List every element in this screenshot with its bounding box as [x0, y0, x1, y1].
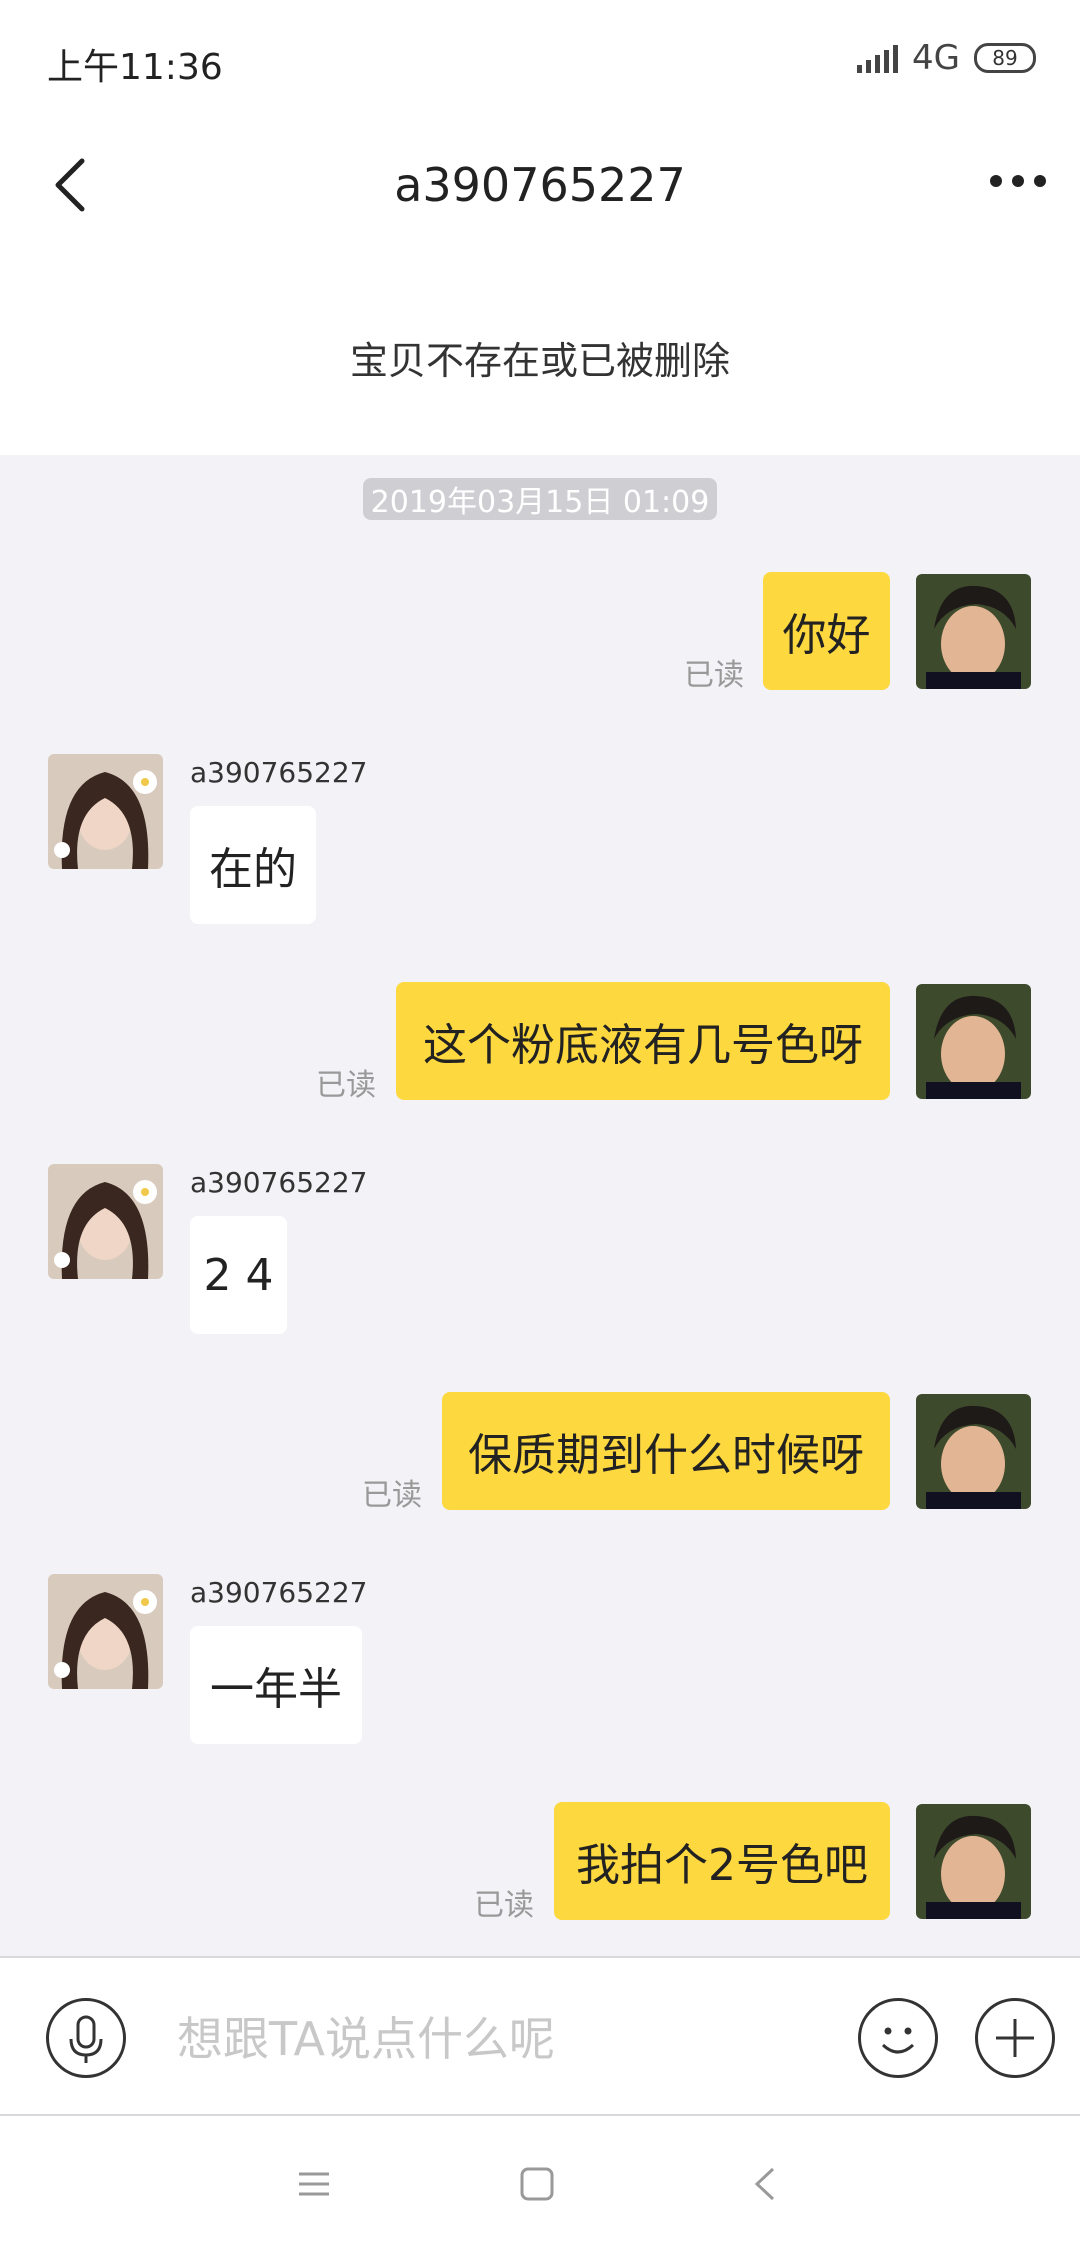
- page-title: a390765227: [394, 158, 686, 212]
- chat-header: a390765227: [0, 120, 1080, 250]
- status-bar: 上午11:36 4G 89: [0, 0, 1080, 120]
- system-nav-bar: [0, 2116, 1080, 2248]
- read-status: 已读: [684, 658, 744, 693]
- my-avatar[interactable]: [916, 984, 1031, 1099]
- message-bubble-theirs[interactable]: 一年半: [190, 1626, 362, 1744]
- message-bubble-mine[interactable]: 这个粉底液有几号色呀: [396, 982, 890, 1100]
- status-time: 上午11:36: [47, 47, 223, 88]
- microphone-icon: [69, 2015, 103, 2063]
- more-options-button[interactable]: [990, 175, 1046, 187]
- dot-icon: [1012, 175, 1024, 187]
- read-status: 已读: [362, 1478, 422, 1513]
- read-status: 已读: [316, 1068, 376, 1103]
- message-input[interactable]: [175, 1988, 829, 2090]
- read-status: 已读: [474, 1888, 534, 1923]
- back-arrow-icon: [754, 2167, 775, 2201]
- emoji-button[interactable]: [858, 1998, 938, 2078]
- my-avatar[interactable]: [916, 574, 1031, 689]
- contact-avatar[interactable]: [48, 1574, 163, 1689]
- nav-menu-button[interactable]: [284, 2154, 344, 2214]
- chat-timestamp: 2019年03月15日 01:09: [363, 478, 717, 520]
- my-avatar[interactable]: [916, 1394, 1031, 1509]
- contact-avatar[interactable]: [48, 1164, 163, 1279]
- sender-name: a390765227: [190, 1576, 368, 1609]
- product-notice-text: 宝贝不存在或已被删除: [349, 339, 730, 383]
- message-bubble-mine[interactable]: 你好: [763, 572, 890, 690]
- battery-icon: 89: [974, 43, 1036, 73]
- sender-name: a390765227: [190, 756, 368, 789]
- more-actions-button[interactable]: [975, 1998, 1055, 2078]
- nav-back-button[interactable]: [735, 2154, 795, 2214]
- menu-icon: [299, 2172, 329, 2196]
- sender-name: a390765227: [190, 1166, 368, 1199]
- smiley-icon: [881, 2027, 915, 2054]
- network-type: 4G: [912, 38, 960, 78]
- dot-icon: [1034, 175, 1046, 187]
- status-indicators: 4G 89: [857, 38, 1036, 78]
- contact-avatar[interactable]: [48, 754, 163, 869]
- nav-home-button[interactable]: [507, 2154, 567, 2214]
- plus-icon: [996, 2019, 1034, 2057]
- home-square-icon: [520, 2167, 554, 2201]
- message-bubble-mine[interactable]: 保质期到什么时候呀: [442, 1392, 890, 1510]
- signal-icon: [857, 43, 899, 73]
- message-composer: [0, 1956, 1080, 2116]
- my-avatar[interactable]: [916, 1804, 1031, 1919]
- message-bubble-theirs[interactable]: 在的: [190, 806, 316, 924]
- voice-input-button[interactable]: [46, 1998, 126, 2078]
- message-bubble-mine[interactable]: 我拍个2号色吧: [554, 1802, 890, 1920]
- product-card[interactable]: 宝贝不存在或已被删除: [0, 250, 1080, 455]
- dot-icon: [990, 175, 1002, 187]
- battery-level: 89: [992, 46, 1018, 70]
- message-bubble-theirs[interactable]: 2 4: [190, 1216, 287, 1334]
